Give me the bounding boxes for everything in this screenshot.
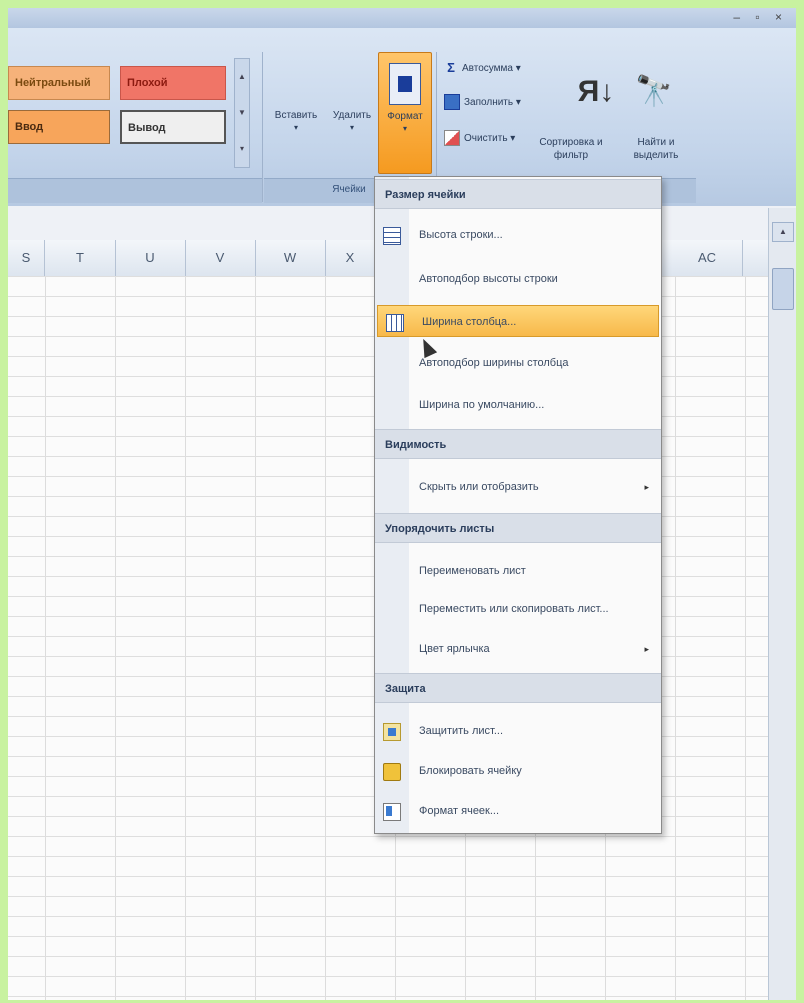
menu-item-row-height[interactable]: Высота строки... — [375, 219, 661, 251]
clear-label: Очистить — [464, 133, 508, 144]
clear-button[interactable]: Очистить ▾ — [444, 128, 515, 150]
menu-item-column-width[interactable]: Ширина столбца... — [377, 305, 659, 337]
eraser-icon — [444, 130, 460, 147]
column-header-w[interactable]: W — [255, 240, 326, 276]
column-header-ac[interactable]: AC — [672, 240, 743, 276]
screen: – ▫ × Нейтральный Плохой Ввод Вывод ▲ ▼ … — [8, 8, 796, 1000]
row-height-icon — [383, 227, 401, 245]
styles-gallery-scroll[interactable]: ▲ ▼ ▾ — [234, 58, 250, 168]
menu-item-label: Высота строки... — [419, 229, 503, 241]
protect-sheet-icon — [383, 723, 401, 741]
sort-filter-icon[interactable]: Я↓ — [576, 64, 616, 120]
vertical-scrollbar[interactable]: ▲ — [768, 208, 796, 1000]
window-controls[interactable]: – ▫ × — [733, 10, 788, 24]
delete-button[interactable]: Удалить ▾ — [326, 52, 378, 372]
gallery-more-icon[interactable]: ▾ — [235, 131, 249, 167]
fill-down-icon — [444, 94, 460, 111]
gallery-up-icon[interactable]: ▲ — [235, 59, 249, 95]
menu-item-label: Переименовать лист — [419, 565, 526, 577]
menu-item-label: Цвет ярлычка — [419, 643, 490, 655]
insert-label: Вставить — [274, 110, 318, 121]
column-width-icon — [386, 314, 404, 332]
menu-header-cell-size: Размер ячейки — [375, 179, 661, 209]
menu-header-visibility: Видимость — [375, 429, 661, 459]
format-label: Формат — [387, 111, 423, 122]
menu-item-label: Ширина столбца... — [422, 316, 517, 328]
format-dropdown-menu: Размер ячейки Высота строки... Автоподбо… — [374, 176, 662, 834]
menu-item-rename-sheet[interactable]: Переименовать лист — [375, 555, 661, 587]
delete-label: Удалить — [332, 110, 372, 121]
chevron-down-icon: ▾ — [293, 123, 298, 132]
chevron-down-icon: ▾ — [402, 124, 407, 133]
gallery-down-icon[interactable]: ▼ — [235, 95, 249, 131]
column-header-s[interactable]: S — [8, 240, 45, 276]
column-header-x[interactable]: X — [325, 240, 376, 276]
menu-item-label: Защитить лист... — [419, 725, 504, 737]
menu-item-label: Автоподбор высоты строки — [419, 273, 558, 285]
sort-filter-button[interactable]: Сортировка и фильтр — [536, 136, 606, 162]
menu-item-hide-unhide[interactable]: Скрыть или отобразить ▸ — [375, 471, 661, 503]
format-cells-icon — [389, 63, 421, 105]
chevron-down-icon: ▾ — [349, 123, 354, 132]
menu-item-move-copy-sheet[interactable]: Переместить или скопировать лист... — [375, 593, 661, 625]
menu-item-label: Блокировать ячейку — [419, 765, 522, 777]
find-binoculars-icon[interactable]: 🔭 — [634, 64, 674, 120]
menu-item-label: Ширина по умолчанию... — [419, 399, 545, 411]
menu-item-label: Скрыть или отобразить — [419, 481, 539, 493]
format-cells-icon — [383, 803, 401, 821]
style-input[interactable]: Ввод — [8, 110, 110, 144]
column-header-v[interactable]: V — [185, 240, 256, 276]
menu-item-label: Автоподбор ширины столбца — [419, 357, 569, 369]
group-separator — [262, 52, 263, 202]
submenu-arrow-icon: ▸ — [644, 482, 649, 492]
menu-item-format-cells[interactable]: Формат ячеек... — [375, 795, 661, 827]
styles-group-label — [8, 178, 262, 203]
column-header-t[interactable]: T — [45, 240, 116, 276]
style-neutral[interactable]: Нейтральный — [8, 66, 110, 100]
find-select-button[interactable]: Найти и выделить — [620, 136, 692, 162]
lock-icon — [383, 763, 401, 781]
style-bad[interactable]: Плохой — [120, 66, 226, 100]
menu-header-organize-sheets: Упорядочить листы — [375, 513, 661, 543]
menu-item-autofit-row-height[interactable]: Автоподбор высоты строки — [375, 263, 661, 295]
autosum-button[interactable]: Σ Автосумма ▾ — [444, 58, 521, 80]
fill-label: Заполнить — [464, 97, 514, 108]
scroll-up-icon[interactable]: ▲ — [772, 222, 794, 242]
title-bar: – ▫ × — [8, 8, 796, 28]
submenu-arrow-icon: ▸ — [644, 644, 649, 654]
menu-item-label: Переместить или скопировать лист... — [419, 603, 609, 615]
insert-button[interactable]: Вставить ▾ — [270, 52, 322, 372]
column-header-u[interactable]: U — [115, 240, 186, 276]
menu-item-protect-sheet[interactable]: Защитить лист... — [375, 715, 661, 747]
menu-item-default-width[interactable]: Ширина по умолчанию... — [375, 389, 661, 421]
fill-button[interactable]: Заполнить ▾ — [444, 92, 521, 114]
menu-item-lock-cell[interactable]: Блокировать ячейку — [375, 755, 661, 787]
menu-item-label: Формат ячеек... — [419, 805, 500, 817]
sigma-icon: Σ — [447, 60, 455, 76]
style-output[interactable]: Вывод — [120, 110, 226, 144]
menu-header-protection: Защита — [375, 673, 661, 703]
autosum-label: Автосумма — [462, 63, 513, 74]
menu-item-tab-color[interactable]: Цвет ярлычка ▸ — [375, 633, 661, 665]
menu-item-autofit-column-width[interactable]: Автоподбор ширины столбца — [375, 347, 661, 379]
format-button[interactable]: Формат ▾ — [378, 52, 432, 174]
scroll-thumb[interactable] — [772, 268, 794, 310]
